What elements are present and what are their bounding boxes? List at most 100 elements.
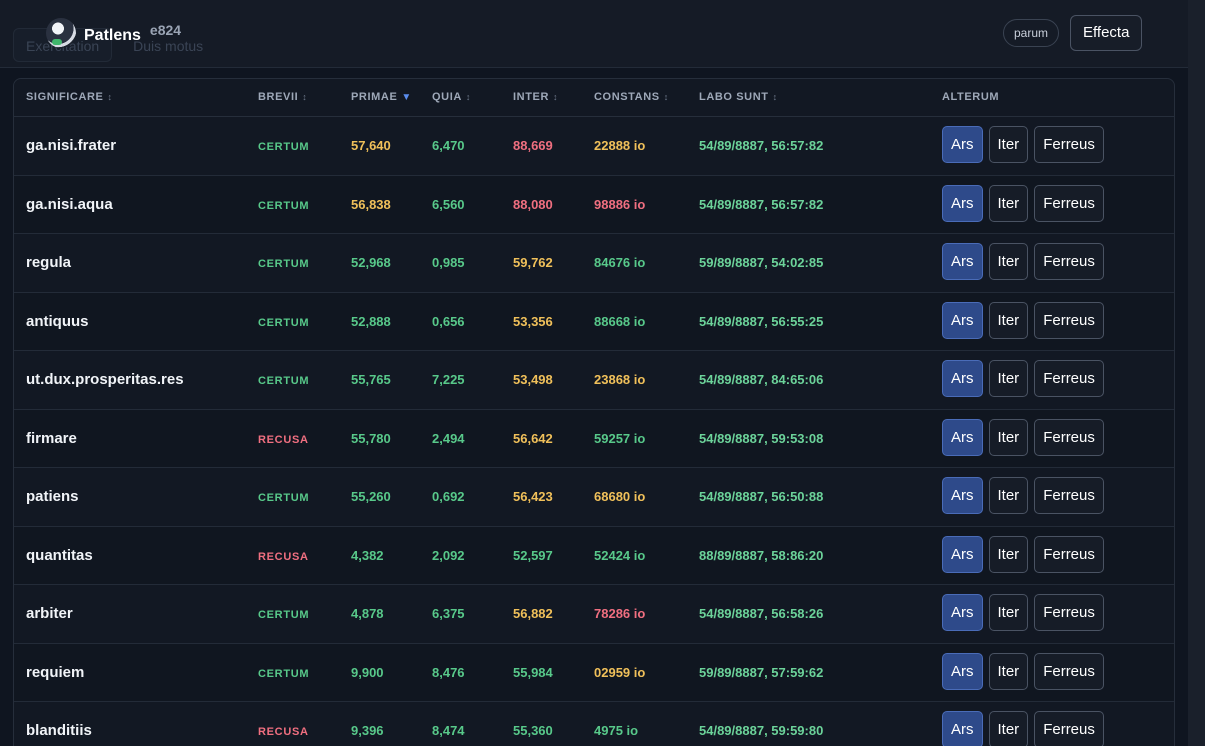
col-header-significare[interactable]: SIGNIFICARE ↕ bbox=[26, 91, 113, 103]
primae-value: 52,888 bbox=[351, 313, 391, 329]
col-header-alterum: ALTERUM bbox=[942, 91, 1000, 103]
table-body: ga.nisi.frater CERTUM 57,640 6,470 88,66… bbox=[14, 117, 1174, 746]
col-header-quia[interactable]: QUIA ↕ bbox=[432, 91, 471, 103]
ferreus-button[interactable]: Ferreus bbox=[1034, 243, 1104, 280]
status-badge: RECUSA bbox=[258, 550, 309, 563]
col-header-brevii[interactable]: BREVII ↕ bbox=[258, 91, 307, 103]
ars-button[interactable]: Ars bbox=[942, 418, 983, 456]
iter-button[interactable]: Iter bbox=[988, 477, 1029, 514]
brand: Patlens e824 bbox=[46, 18, 181, 48]
labo-sunt-timestamp: 54/89/8887, 56:57:82 bbox=[699, 196, 824, 212]
table-row: firmare RECUSA 55,780 2,494 56,642 59257… bbox=[14, 409, 1174, 468]
primae-value: 57,640 bbox=[351, 138, 391, 153]
ferreus-button[interactable]: Ferreus bbox=[1034, 535, 1104, 573]
quia-value: 8,474 bbox=[432, 723, 465, 738]
iter-button[interactable]: Iter bbox=[988, 184, 1029, 222]
effecta-button[interactable]: Effecta bbox=[1070, 15, 1143, 51]
row-actions: Ars Iter Ferreus bbox=[942, 594, 1104, 631]
iter-button[interactable]: Iter bbox=[988, 243, 1029, 280]
col-header-primae[interactable]: PRIMAE ▼ bbox=[351, 91, 412, 103]
col-header-constans[interactable]: CONSTANS ↕ bbox=[594, 91, 669, 103]
col-header-inter[interactable]: INTER ↕ bbox=[513, 91, 558, 103]
labo-sunt-timestamp: 54/89/8887, 56:55:25 bbox=[699, 313, 824, 329]
ars-button[interactable]: Ars bbox=[942, 535, 983, 573]
scrollbar[interactable] bbox=[1188, 0, 1205, 746]
primae-value: 4,382 bbox=[351, 547, 384, 563]
labo-sunt-timestamp: 54/89/8887, 59:59:80 bbox=[699, 723, 824, 738]
status-badge: CERTUM bbox=[258, 316, 310, 329]
status-badge: CERTUM bbox=[258, 667, 310, 680]
brand-name: Patlens bbox=[84, 27, 141, 44]
inter-value: 56,882 bbox=[513, 606, 553, 621]
quia-value: 0,692 bbox=[432, 489, 465, 504]
ars-button[interactable]: Ars bbox=[942, 243, 983, 280]
constans-value: 78286 io bbox=[594, 606, 646, 621]
table-row: requiem CERTUM 9,900 8,476 55,984 02959 … bbox=[14, 643, 1174, 702]
ars-button[interactable]: Ars bbox=[942, 126, 983, 163]
brand-badge: e824 bbox=[149, 22, 182, 38]
iter-button[interactable]: Iter bbox=[988, 360, 1029, 397]
labo-sunt-timestamp: 54/89/8887, 84:65:06 bbox=[699, 372, 824, 387]
ferreus-button[interactable]: Ferreus bbox=[1034, 184, 1104, 222]
ars-button[interactable]: Ars bbox=[942, 184, 983, 222]
quia-value: 6,470 bbox=[432, 138, 465, 153]
iter-button[interactable]: Iter bbox=[988, 594, 1029, 631]
labo-sunt-timestamp: 59/89/8887, 57:59:62 bbox=[699, 664, 824, 680]
inter-value: 53,498 bbox=[513, 372, 553, 387]
ferreus-button[interactable]: Ferreus bbox=[1034, 126, 1104, 163]
table-row: arbiter CERTUM 4,878 6,375 56,882 78286 … bbox=[14, 585, 1174, 644]
iter-button[interactable]: Iter bbox=[988, 126, 1029, 163]
row-name: patiens bbox=[26, 488, 79, 505]
ars-button[interactable]: Ars bbox=[942, 594, 983, 631]
row-name: arbiter bbox=[26, 605, 73, 622]
quia-value: 0,985 bbox=[432, 255, 465, 270]
row-actions: Ars Iter Ferreus bbox=[942, 652, 1104, 690]
ferreus-button[interactable]: Ferreus bbox=[1034, 594, 1104, 631]
iter-button[interactable]: Iter bbox=[988, 652, 1029, 690]
ferreus-button[interactable]: Ferreus bbox=[1034, 418, 1104, 456]
ferreus-button[interactable]: Ferreus bbox=[1034, 652, 1104, 690]
ferreus-button[interactable]: Ferreus bbox=[1034, 360, 1104, 397]
row-actions: Ars Iter Ferreus bbox=[942, 418, 1104, 456]
quia-value: 2,494 bbox=[432, 430, 465, 446]
labo-sunt-timestamp: 88/89/8887, 58:86:20 bbox=[699, 547, 824, 563]
parum-pill-button[interactable]: parum bbox=[1003, 19, 1060, 47]
ferreus-button[interactable]: Ferreus bbox=[1034, 301, 1104, 339]
sort-desc-icon: ▼ bbox=[401, 92, 412, 103]
sort-icon: ↕ bbox=[107, 92, 113, 102]
constans-value: 52424 io bbox=[594, 547, 646, 563]
quia-value: 2,092 bbox=[432, 547, 465, 563]
ars-button[interactable]: Ars bbox=[942, 652, 983, 690]
quia-value: 6,375 bbox=[432, 606, 465, 621]
ars-button[interactable]: Ars bbox=[942, 301, 983, 339]
row-name: regula bbox=[26, 254, 72, 271]
row-actions: Ars Iter Ferreus bbox=[942, 360, 1104, 397]
ferreus-button[interactable]: Ferreus bbox=[1034, 477, 1104, 514]
inter-value: 55,984 bbox=[513, 664, 553, 680]
ars-button[interactable]: Ars bbox=[942, 360, 983, 397]
table-header: SIGNIFICARE ↕ BREVII ↕ PRIMAE ▼ QUIA ↕ INTER… bbox=[14, 79, 1174, 117]
status-badge: RECUSA bbox=[258, 433, 309, 446]
col-header-labo-sunt[interactable]: LABO SUNT ↕ bbox=[699, 91, 778, 103]
row-actions: Ars Iter Ferreus bbox=[942, 243, 1104, 280]
ars-button[interactable]: Ars bbox=[942, 477, 983, 514]
iter-button[interactable]: Iter bbox=[988, 418, 1029, 456]
inter-value: 59,762 bbox=[513, 255, 553, 270]
primae-value: 4,878 bbox=[351, 606, 384, 621]
inter-value: 52,597 bbox=[513, 547, 553, 563]
labo-sunt-timestamp: 54/89/8887, 56:58:26 bbox=[699, 606, 824, 621]
status-badge: CERTUM bbox=[258, 141, 310, 153]
iter-button[interactable]: Iter bbox=[988, 711, 1029, 746]
iter-button[interactable]: Iter bbox=[988, 535, 1029, 573]
iter-button[interactable]: Iter bbox=[988, 301, 1029, 339]
inter-value: 88,080 bbox=[513, 196, 553, 212]
ars-button[interactable]: Ars bbox=[942, 711, 983, 746]
ferreus-button[interactable]: Ferreus bbox=[1034, 711, 1104, 746]
status-badge: CERTUM bbox=[258, 199, 310, 212]
table-row: antiquus CERTUM 52,888 0,656 53,356 8866… bbox=[14, 292, 1174, 351]
row-name: ut.dux.prosperitas.res bbox=[26, 371, 184, 388]
table-row: ga.nisi.frater CERTUM 57,640 6,470 88,66… bbox=[14, 117, 1174, 176]
row-name: ga.nisi.aqua bbox=[26, 195, 113, 213]
labo-sunt-timestamp: 54/89/8887, 56:50:88 bbox=[699, 489, 824, 504]
primae-value: 55,780 bbox=[351, 430, 391, 446]
